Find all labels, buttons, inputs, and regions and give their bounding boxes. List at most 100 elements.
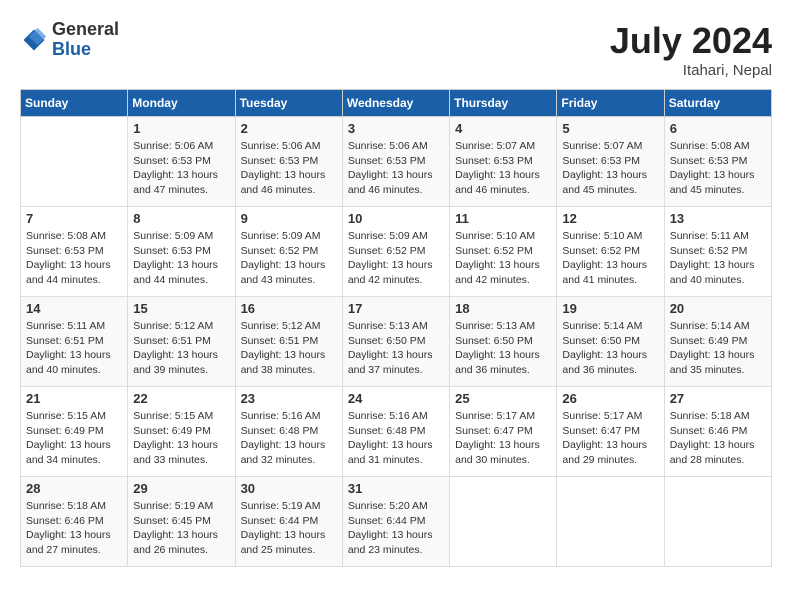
weekday-header-thursday: Thursday [450, 90, 557, 117]
calendar-cell [557, 477, 664, 567]
day-number: 4 [455, 121, 551, 136]
logo-icon [20, 26, 48, 54]
day-info: Sunrise: 5:15 AM Sunset: 6:49 PM Dayligh… [133, 409, 229, 468]
calendar-cell: 22 Sunrise: 5:15 AM Sunset: 6:49 PM Dayli… [128, 387, 235, 477]
calendar-cell: 8 Sunrise: 5:09 AM Sunset: 6:53 PM Daylig… [128, 207, 235, 297]
calendar-week-3: 14Sunrise: 5:11 AM Sunset: 6:51 PM Dayli… [21, 297, 772, 387]
day-number: 19 [562, 301, 658, 316]
day-info: Sunrise: 5:14 AM Sunset: 6:50 PM Dayligh… [562, 319, 658, 378]
day-number: 18 [455, 301, 551, 316]
day-number: 5 [562, 121, 658, 136]
calendar-cell: 3Sunrise: 5:06 AM Sunset: 6:53 PM Daylig… [342, 117, 449, 207]
calendar-cell: 30 Sunrise: 5:19 AM Sunset: 6:44 PM Dayli… [235, 477, 342, 567]
calendar-cell: 13 Sunrise: 5:11 AM Sunset: 6:52 PM Dayli… [664, 207, 771, 297]
calendar-cell: 6Sunrise: 5:08 AM Sunset: 6:53 PM Daylig… [664, 117, 771, 207]
weekday-header-wednesday: Wednesday [342, 90, 449, 117]
calendar-cell: 1Sunrise: 5:06 AM Sunset: 6:53 PM Daylig… [128, 117, 235, 207]
calendar-cell: 11 Sunrise: 5:10 AM Sunset: 6:52 PM Dayli… [450, 207, 557, 297]
day-number: 2 [241, 121, 337, 136]
page-header: GeneralBlue July 2024 Itahari, Nepal [20, 20, 772, 79]
day-info: Sunrise: 5:19 AM Sunset: 6:44 PM Dayligh… [241, 499, 337, 558]
day-info: Sunrise: 5:07 AM Sunset: 6:53 PM Dayligh… [455, 139, 551, 198]
day-number: 9 [241, 211, 337, 226]
logo: GeneralBlue [20, 20, 119, 60]
calendar-cell: 9 Sunrise: 5:09 AM Sunset: 6:52 PM Daylig… [235, 207, 342, 297]
calendar-cell: 12 Sunrise: 5:10 AM Sunset: 6:52 PM Dayli… [557, 207, 664, 297]
month-title: July 2024 [610, 20, 772, 62]
day-number: 28 [26, 481, 122, 496]
day-info: Sunrise: 5:14 AM Sunset: 6:49 PM Dayligh… [670, 319, 766, 378]
day-info: Sunrise: 5:06 AM Sunset: 6:53 PM Dayligh… [133, 139, 229, 198]
calendar-cell: 18Sunrise: 5:13 AM Sunset: 6:50 PM Dayli… [450, 297, 557, 387]
weekday-header-tuesday: Tuesday [235, 90, 342, 117]
calendar-cell: 4 Sunrise: 5:07 AM Sunset: 6:53 PM Daylig… [450, 117, 557, 207]
day-number: 8 [133, 211, 229, 226]
calendar-cell: 5 Sunrise: 5:07 AM Sunset: 6:53 PM Daylig… [557, 117, 664, 207]
day-info: Sunrise: 5:16 AM Sunset: 6:48 PM Dayligh… [348, 409, 444, 468]
day-info: Sunrise: 5:09 AM Sunset: 6:53 PM Dayligh… [133, 229, 229, 288]
day-info: Sunrise: 5:06 AM Sunset: 6:53 PM Dayligh… [348, 139, 444, 198]
day-number: 15 [133, 301, 229, 316]
day-info: Sunrise: 5:12 AM Sunset: 6:51 PM Dayligh… [241, 319, 337, 378]
calendar-cell: 21Sunrise: 5:15 AM Sunset: 6:49 PM Dayli… [21, 387, 128, 477]
day-number: 17 [348, 301, 444, 316]
day-info: Sunrise: 5:08 AM Sunset: 6:53 PM Dayligh… [26, 229, 122, 288]
day-number: 10 [348, 211, 444, 226]
day-number: 26 [562, 391, 658, 406]
weekday-header-saturday: Saturday [664, 90, 771, 117]
day-info: Sunrise: 5:19 AM Sunset: 6:45 PM Dayligh… [133, 499, 229, 558]
day-info: Sunrise: 5:15 AM Sunset: 6:49 PM Dayligh… [26, 409, 122, 468]
location: Itahari, Nepal [610, 62, 772, 79]
calendar-cell: 14Sunrise: 5:11 AM Sunset: 6:51 PM Dayli… [21, 297, 128, 387]
day-info: Sunrise: 5:08 AM Sunset: 6:53 PM Dayligh… [670, 139, 766, 198]
day-info: Sunrise: 5:09 AM Sunset: 6:52 PM Dayligh… [348, 229, 444, 288]
calendar-cell [664, 477, 771, 567]
day-info: Sunrise: 5:18 AM Sunset: 6:46 PM Dayligh… [26, 499, 122, 558]
calendar-cell: 25 Sunrise: 5:17 AM Sunset: 6:47 PM Dayli… [450, 387, 557, 477]
weekday-header-row: SundayMondayTuesdayWednesdayThursdayFrid… [21, 90, 772, 117]
day-info: Sunrise: 5:11 AM Sunset: 6:52 PM Dayligh… [670, 229, 766, 288]
day-number: 27 [670, 391, 766, 406]
calendar-table: SundayMondayTuesdayWednesdayThursdayFrid… [20, 89, 772, 567]
day-number: 20 [670, 301, 766, 316]
weekday-header-sunday: Sunday [21, 90, 128, 117]
day-info: Sunrise: 5:16 AM Sunset: 6:48 PM Dayligh… [241, 409, 337, 468]
day-info: Sunrise: 5:07 AM Sunset: 6:53 PM Dayligh… [562, 139, 658, 198]
day-info: Sunrise: 5:20 AM Sunset: 6:44 PM Dayligh… [348, 499, 444, 558]
calendar-cell: 28 Sunrise: 5:18 AM Sunset: 6:46 PM Dayli… [21, 477, 128, 567]
calendar-cell [450, 477, 557, 567]
day-info: Sunrise: 5:17 AM Sunset: 6:47 PM Dayligh… [562, 409, 658, 468]
calendar-cell: 23Sunrise: 5:16 AM Sunset: 6:48 PM Dayli… [235, 387, 342, 477]
weekday-header-monday: Monday [128, 90, 235, 117]
calendar-cell: 31 Sunrise: 5:20 AM Sunset: 6:44 PM Dayli… [342, 477, 449, 567]
calendar-cell [21, 117, 128, 207]
day-number: 30 [241, 481, 337, 496]
calendar-cell: 20 Sunrise: 5:14 AM Sunset: 6:49 PM Dayli… [664, 297, 771, 387]
day-number: 13 [670, 211, 766, 226]
day-info: Sunrise: 5:10 AM Sunset: 6:52 PM Dayligh… [455, 229, 551, 288]
day-info: Sunrise: 5:13 AM Sunset: 6:50 PM Dayligh… [348, 319, 444, 378]
calendar-cell: 2 Sunrise: 5:06 AM Sunset: 6:53 PM Daylig… [235, 117, 342, 207]
calendar-cell: 26 Sunrise: 5:17 AM Sunset: 6:47 PM Dayli… [557, 387, 664, 477]
calendar-cell: 10 Sunrise: 5:09 AM Sunset: 6:52 PM Dayli… [342, 207, 449, 297]
day-info: Sunrise: 5:09 AM Sunset: 6:52 PM Dayligh… [241, 229, 337, 288]
day-number: 24 [348, 391, 444, 406]
calendar-week-1: 1Sunrise: 5:06 AM Sunset: 6:53 PM Daylig… [21, 117, 772, 207]
calendar-cell: 15 Sunrise: 5:12 AM Sunset: 6:51 PM Dayli… [128, 297, 235, 387]
title-block: July 2024 Itahari, Nepal [610, 20, 772, 79]
day-info: Sunrise: 5:06 AM Sunset: 6:53 PM Dayligh… [241, 139, 337, 198]
calendar-cell: 17 Sunrise: 5:13 AM Sunset: 6:50 PM Dayli… [342, 297, 449, 387]
day-info: Sunrise: 5:17 AM Sunset: 6:47 PM Dayligh… [455, 409, 551, 468]
weekday-header-friday: Friday [557, 90, 664, 117]
calendar-week-2: 7Sunrise: 5:08 AM Sunset: 6:53 PM Daylig… [21, 207, 772, 297]
day-number: 25 [455, 391, 551, 406]
day-number: 12 [562, 211, 658, 226]
day-number: 22 [133, 391, 229, 406]
day-number: 11 [455, 211, 551, 226]
day-info: Sunrise: 5:12 AM Sunset: 6:51 PM Dayligh… [133, 319, 229, 378]
day-info: Sunrise: 5:11 AM Sunset: 6:51 PM Dayligh… [26, 319, 122, 378]
day-number: 31 [348, 481, 444, 496]
calendar-cell: 27Sunrise: 5:18 AM Sunset: 6:46 PM Dayli… [664, 387, 771, 477]
day-info: Sunrise: 5:10 AM Sunset: 6:52 PM Dayligh… [562, 229, 658, 288]
calendar-cell: 7Sunrise: 5:08 AM Sunset: 6:53 PM Daylig… [21, 207, 128, 297]
